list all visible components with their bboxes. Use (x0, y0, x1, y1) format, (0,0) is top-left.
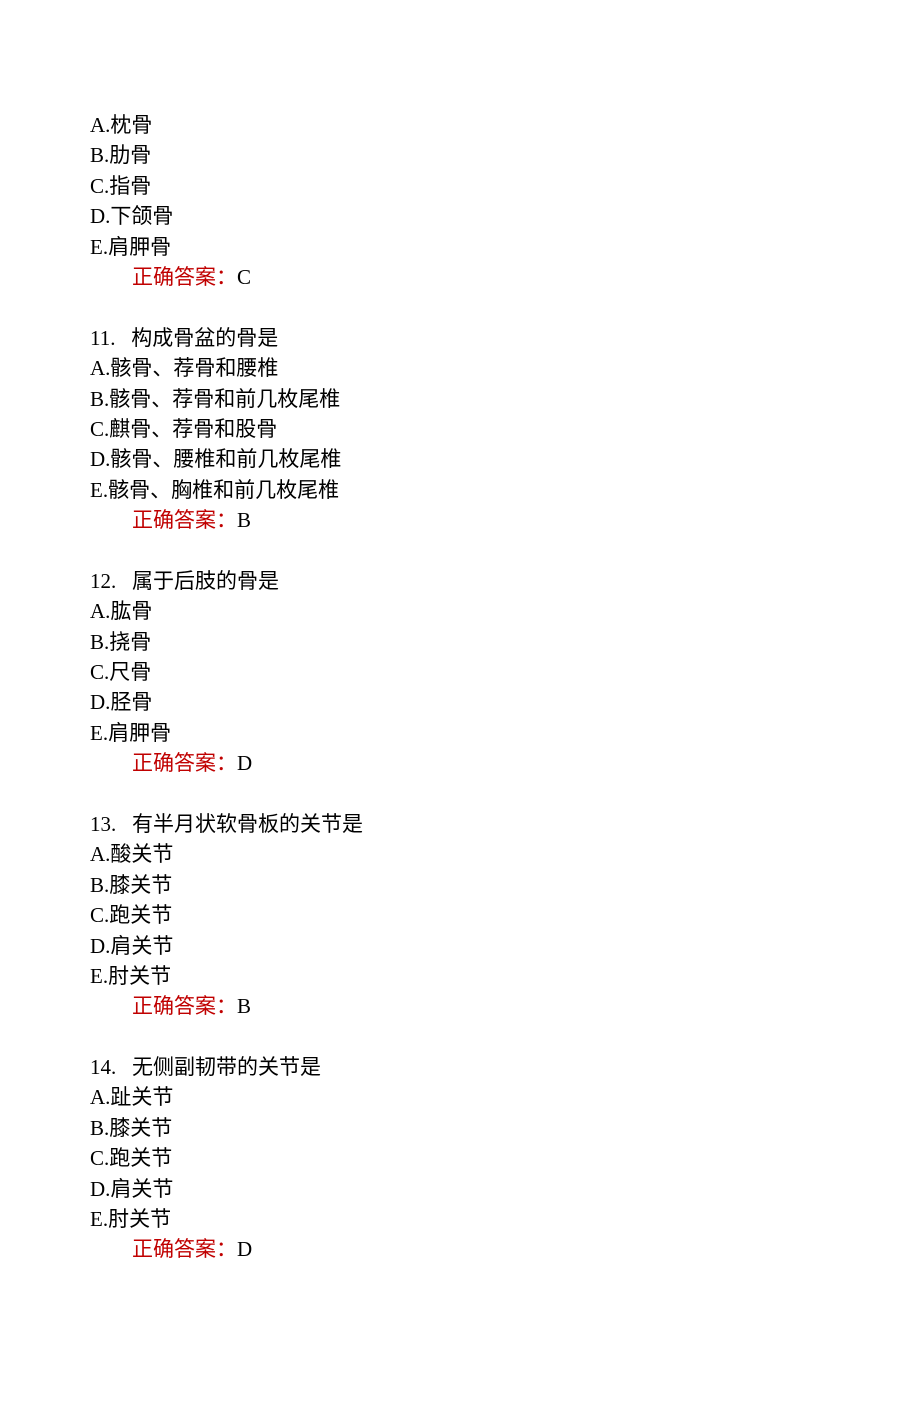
question-line: 11. 构成骨盆的骨是 (90, 323, 830, 353)
question-number: 12. (90, 569, 116, 593)
option-c: C.跑关节 (90, 900, 830, 930)
option-a: A.酸关节 (90, 839, 830, 869)
question-line: 12. 属于后肢的骨是 (90, 566, 830, 596)
option-b: B.骸骨、荐骨和前几枚尾椎 (90, 384, 830, 414)
question-number: 11. (90, 326, 115, 350)
answer-value: B (237, 994, 251, 1018)
option-c: C.跑关节 (90, 1143, 830, 1173)
question-14: 14. 无侧副韧带的关节是 A.趾关节 B.膝关节 C.跑关节 D.肩关节 E.… (90, 1052, 830, 1265)
option-c: C.麒骨、荐骨和股骨 (90, 414, 830, 444)
answer-label: 正确答案： (132, 508, 237, 532)
option-a: A.趾关节 (90, 1082, 830, 1112)
option-a: A.枕骨 (90, 110, 830, 140)
answer-line: 正确答案：D (90, 748, 830, 778)
option-e: E.骸骨、胸椎和前几枚尾椎 (90, 475, 830, 505)
option-b: B.肋骨 (90, 140, 830, 170)
answer-value: B (237, 508, 251, 532)
answer-line: 正确答案：C (90, 262, 830, 292)
option-a: A.肱骨 (90, 596, 830, 626)
question-text: 构成骨盆的骨是 (131, 326, 278, 350)
answer-line: 正确答案：D (90, 1234, 830, 1264)
answer-label: 正确答案： (132, 994, 237, 1018)
question-text: 无侧副韧带的关节是 (132, 1055, 321, 1079)
question-number: 13. (90, 812, 116, 836)
answer-value: D (237, 751, 252, 775)
option-d: D.胫骨 (90, 687, 830, 717)
answer-line: 正确答案：B (90, 505, 830, 535)
option-d: D.骸骨、腰椎和前几枚尾椎 (90, 444, 830, 474)
option-e: E.肘关节 (90, 1204, 830, 1234)
answer-line: 正确答案：B (90, 991, 830, 1021)
answer-label: 正确答案： (132, 751, 237, 775)
question-number: 14. (90, 1055, 116, 1079)
question-11: 11. 构成骨盆的骨是 A.骸骨、荐骨和腰椎 B.骸骨、荐骨和前几枚尾椎 C.麒… (90, 323, 830, 536)
option-e: E.肘关节 (90, 961, 830, 991)
option-e: E.肩胛骨 (90, 232, 830, 262)
option-c: C.尺骨 (90, 657, 830, 687)
answer-label: 正确答案： (132, 265, 237, 289)
option-c: C.指骨 (90, 171, 830, 201)
option-d: D.肩关节 (90, 931, 830, 961)
option-b: B.膝关节 (90, 870, 830, 900)
option-a: A.骸骨、荐骨和腰椎 (90, 353, 830, 383)
answer-value: D (237, 1237, 252, 1261)
option-b: B.膝关节 (90, 1113, 830, 1143)
answer-value: C (237, 265, 251, 289)
option-d: D.下颌骨 (90, 201, 830, 231)
option-b: B.挠骨 (90, 627, 830, 657)
question-text: 属于后肢的骨是 (132, 569, 279, 593)
option-d: D.肩关节 (90, 1174, 830, 1204)
question-text: 有半月状软骨板的关节是 (132, 812, 363, 836)
question-line: 14. 无侧副韧带的关节是 (90, 1052, 830, 1082)
answer-label: 正确答案： (132, 1237, 237, 1261)
option-e: E.肩胛骨 (90, 718, 830, 748)
question-10-partial: A.枕骨 B.肋骨 C.指骨 D.下颌骨 E.肩胛骨 正确答案：C (90, 110, 830, 293)
question-line: 13. 有半月状软骨板的关节是 (90, 809, 830, 839)
question-13: 13. 有半月状软骨板的关节是 A.酸关节 B.膝关节 C.跑关节 D.肩关节 … (90, 809, 830, 1022)
question-12: 12. 属于后肢的骨是 A.肱骨 B.挠骨 C.尺骨 D.胫骨 E.肩胛骨 正确… (90, 566, 830, 779)
